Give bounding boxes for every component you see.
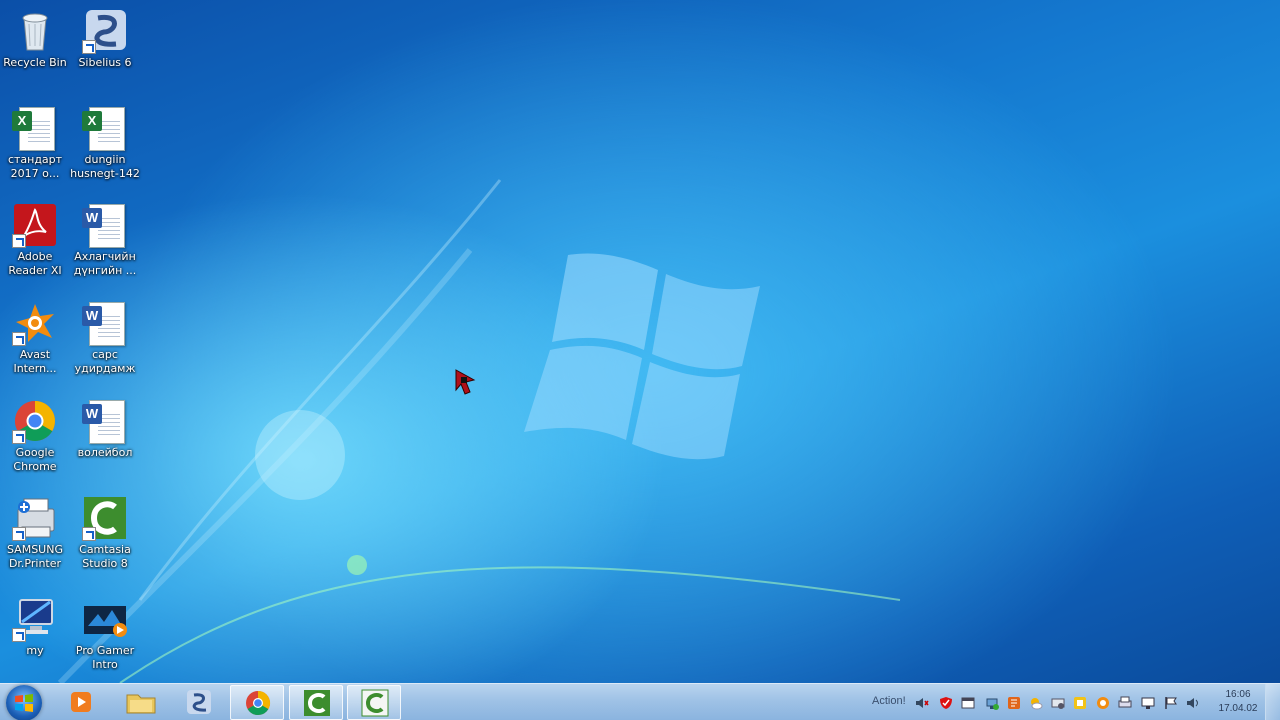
taskbar-sibelius-button[interactable] (172, 685, 226, 720)
sibelius-icon (187, 690, 211, 714)
desktop-icon-label: стандарт 2017 о... (7, 153, 63, 180)
desktop-icon-label: Camtasia Studio 8 (79, 543, 131, 570)
camtasia-icon (361, 689, 389, 717)
desktop-icon-label: Adobe Reader XI (8, 250, 62, 277)
computer-icon (12, 596, 58, 642)
folder-icon (126, 694, 156, 714)
flag-icon[interactable] (1164, 696, 1178, 710)
desktop-icon-word-akhlagchiin[interactable]: W Ахлагчийн дүнгийн ... (70, 202, 140, 278)
weather-icon[interactable] (1029, 696, 1043, 710)
desktop[interactable]: Recycle Bin Sibelius 6 X стандарт 2017 о… (0, 0, 1280, 683)
desktop-icon-label: Avast Intern... (13, 348, 57, 375)
clock-date: 17.04.02 (1218, 703, 1258, 714)
volume-icon[interactable] (1186, 696, 1200, 710)
system-clock[interactable]: 16:06 17.04.02 (1212, 688, 1264, 716)
media-player-icon (71, 692, 91, 712)
avast-tray-icon[interactable] (1096, 696, 1110, 710)
camtasia-icon (82, 495, 128, 541)
desktop-icon-label: Sibelius 6 (78, 56, 132, 69)
desktop-icon-label: Ахлагчийн дүнгийн ... (73, 250, 137, 277)
clock-time: 16:06 (1225, 689, 1251, 700)
desktop-icon-label: Google Chrome (13, 446, 57, 473)
avast-icon (12, 300, 58, 346)
adobe-reader-icon (12, 202, 58, 248)
desktop-icon-excel-dungiin[interactable]: X dungiin husnegt-142 (70, 105, 140, 181)
desktop-icon-pro-gamer-intro[interactable]: Pro Gamer Intro (70, 596, 140, 672)
taskbar-explorer-button[interactable] (114, 685, 168, 720)
shortcut-arrow-icon (12, 628, 26, 642)
shortcut-arrow-icon (82, 40, 96, 54)
video-file-icon (82, 596, 128, 642)
word-file-icon: W (82, 300, 128, 346)
desktop-icon-label: SAMSUNG Dr.Printer (7, 543, 63, 570)
desktop-icon-label: dungiin husnegt-142 (70, 153, 140, 180)
desktop-icon-word-sars[interactable]: W сарс удирдамж (70, 300, 140, 376)
taskbar-camtasia-studio-button[interactable] (289, 685, 343, 720)
desktop-icon-label: волейбол (77, 446, 133, 459)
desktop-icon-avast[interactable]: Avast Intern... (0, 300, 70, 376)
desktop-icon-camtasia[interactable]: Camtasia Studio 8 (70, 495, 140, 571)
recycle-bin-icon (12, 8, 58, 54)
taskbar-camtasia-recorder-button[interactable] (347, 685, 401, 720)
show-desktop-button[interactable] (1265, 684, 1280, 720)
chrome-icon (12, 398, 58, 444)
printer-icon (12, 495, 58, 541)
desktop-icon-label: my (26, 644, 44, 657)
desktop-icon-label: Pro Gamer Intro (75, 644, 135, 671)
excel-file-icon: X (12, 105, 58, 151)
chrome-icon (246, 691, 271, 716)
camtasia-cursor-icon (455, 369, 476, 395)
monitor-icon[interactable] (1141, 696, 1155, 710)
desktop-icon-label: Recycle Bin (3, 56, 67, 69)
desktop-icon-my-computer[interactable]: my (0, 596, 70, 658)
start-button[interactable] (6, 685, 42, 720)
desktop-icon-adobe-reader[interactable]: Adobe Reader XI (0, 202, 70, 278)
desktop-icon-google-chrome[interactable]: Google Chrome (0, 398, 70, 474)
taskbar: Action! 16:06 17.04.02 (0, 683, 1280, 720)
shortcut-arrow-icon (82, 527, 96, 541)
app-icon[interactable] (1007, 696, 1021, 710)
tray-action-label[interactable]: Action! (872, 695, 906, 707)
desktop-icon-label: сарс удирдамж (74, 348, 136, 375)
shortcut-arrow-icon (12, 234, 26, 248)
desktop-icon-sibelius[interactable]: Sibelius 6 (70, 8, 140, 70)
shortcut-arrow-icon (12, 332, 26, 346)
windows-logo-icon (15, 694, 33, 712)
tray-app-icon[interactable] (1073, 696, 1087, 710)
desktop-icon-word-voleibol[interactable]: W волейбол (70, 398, 140, 460)
desktop-icon-samsung-printer[interactable]: SAMSUNG Dr.Printer (0, 495, 70, 571)
window-icon[interactable] (961, 696, 975, 710)
desktop-icon-recycle-bin[interactable]: Recycle Bin (0, 8, 70, 70)
volume-muted-icon[interactable] (915, 696, 929, 710)
printer-tray-icon[interactable] (1118, 696, 1132, 710)
excel-file-icon: X (82, 105, 128, 151)
settings-icon[interactable] (1051, 696, 1065, 710)
desktop-icon-excel-standart[interactable]: X стандарт 2017 о... (0, 105, 70, 181)
shortcut-arrow-icon (12, 430, 26, 444)
word-file-icon: W (82, 202, 128, 248)
taskbar-chrome-button[interactable] (230, 685, 284, 720)
windows-wallpaper-logo (520, 250, 765, 470)
shortcut-arrow-icon (12, 527, 26, 541)
camtasia-icon (304, 690, 330, 716)
sibelius-icon (82, 8, 128, 54)
shield-icon[interactable] (939, 696, 953, 710)
network-icon[interactable] (985, 696, 999, 710)
taskbar-media-player-button[interactable] (54, 685, 108, 720)
word-file-icon: W (82, 398, 128, 444)
